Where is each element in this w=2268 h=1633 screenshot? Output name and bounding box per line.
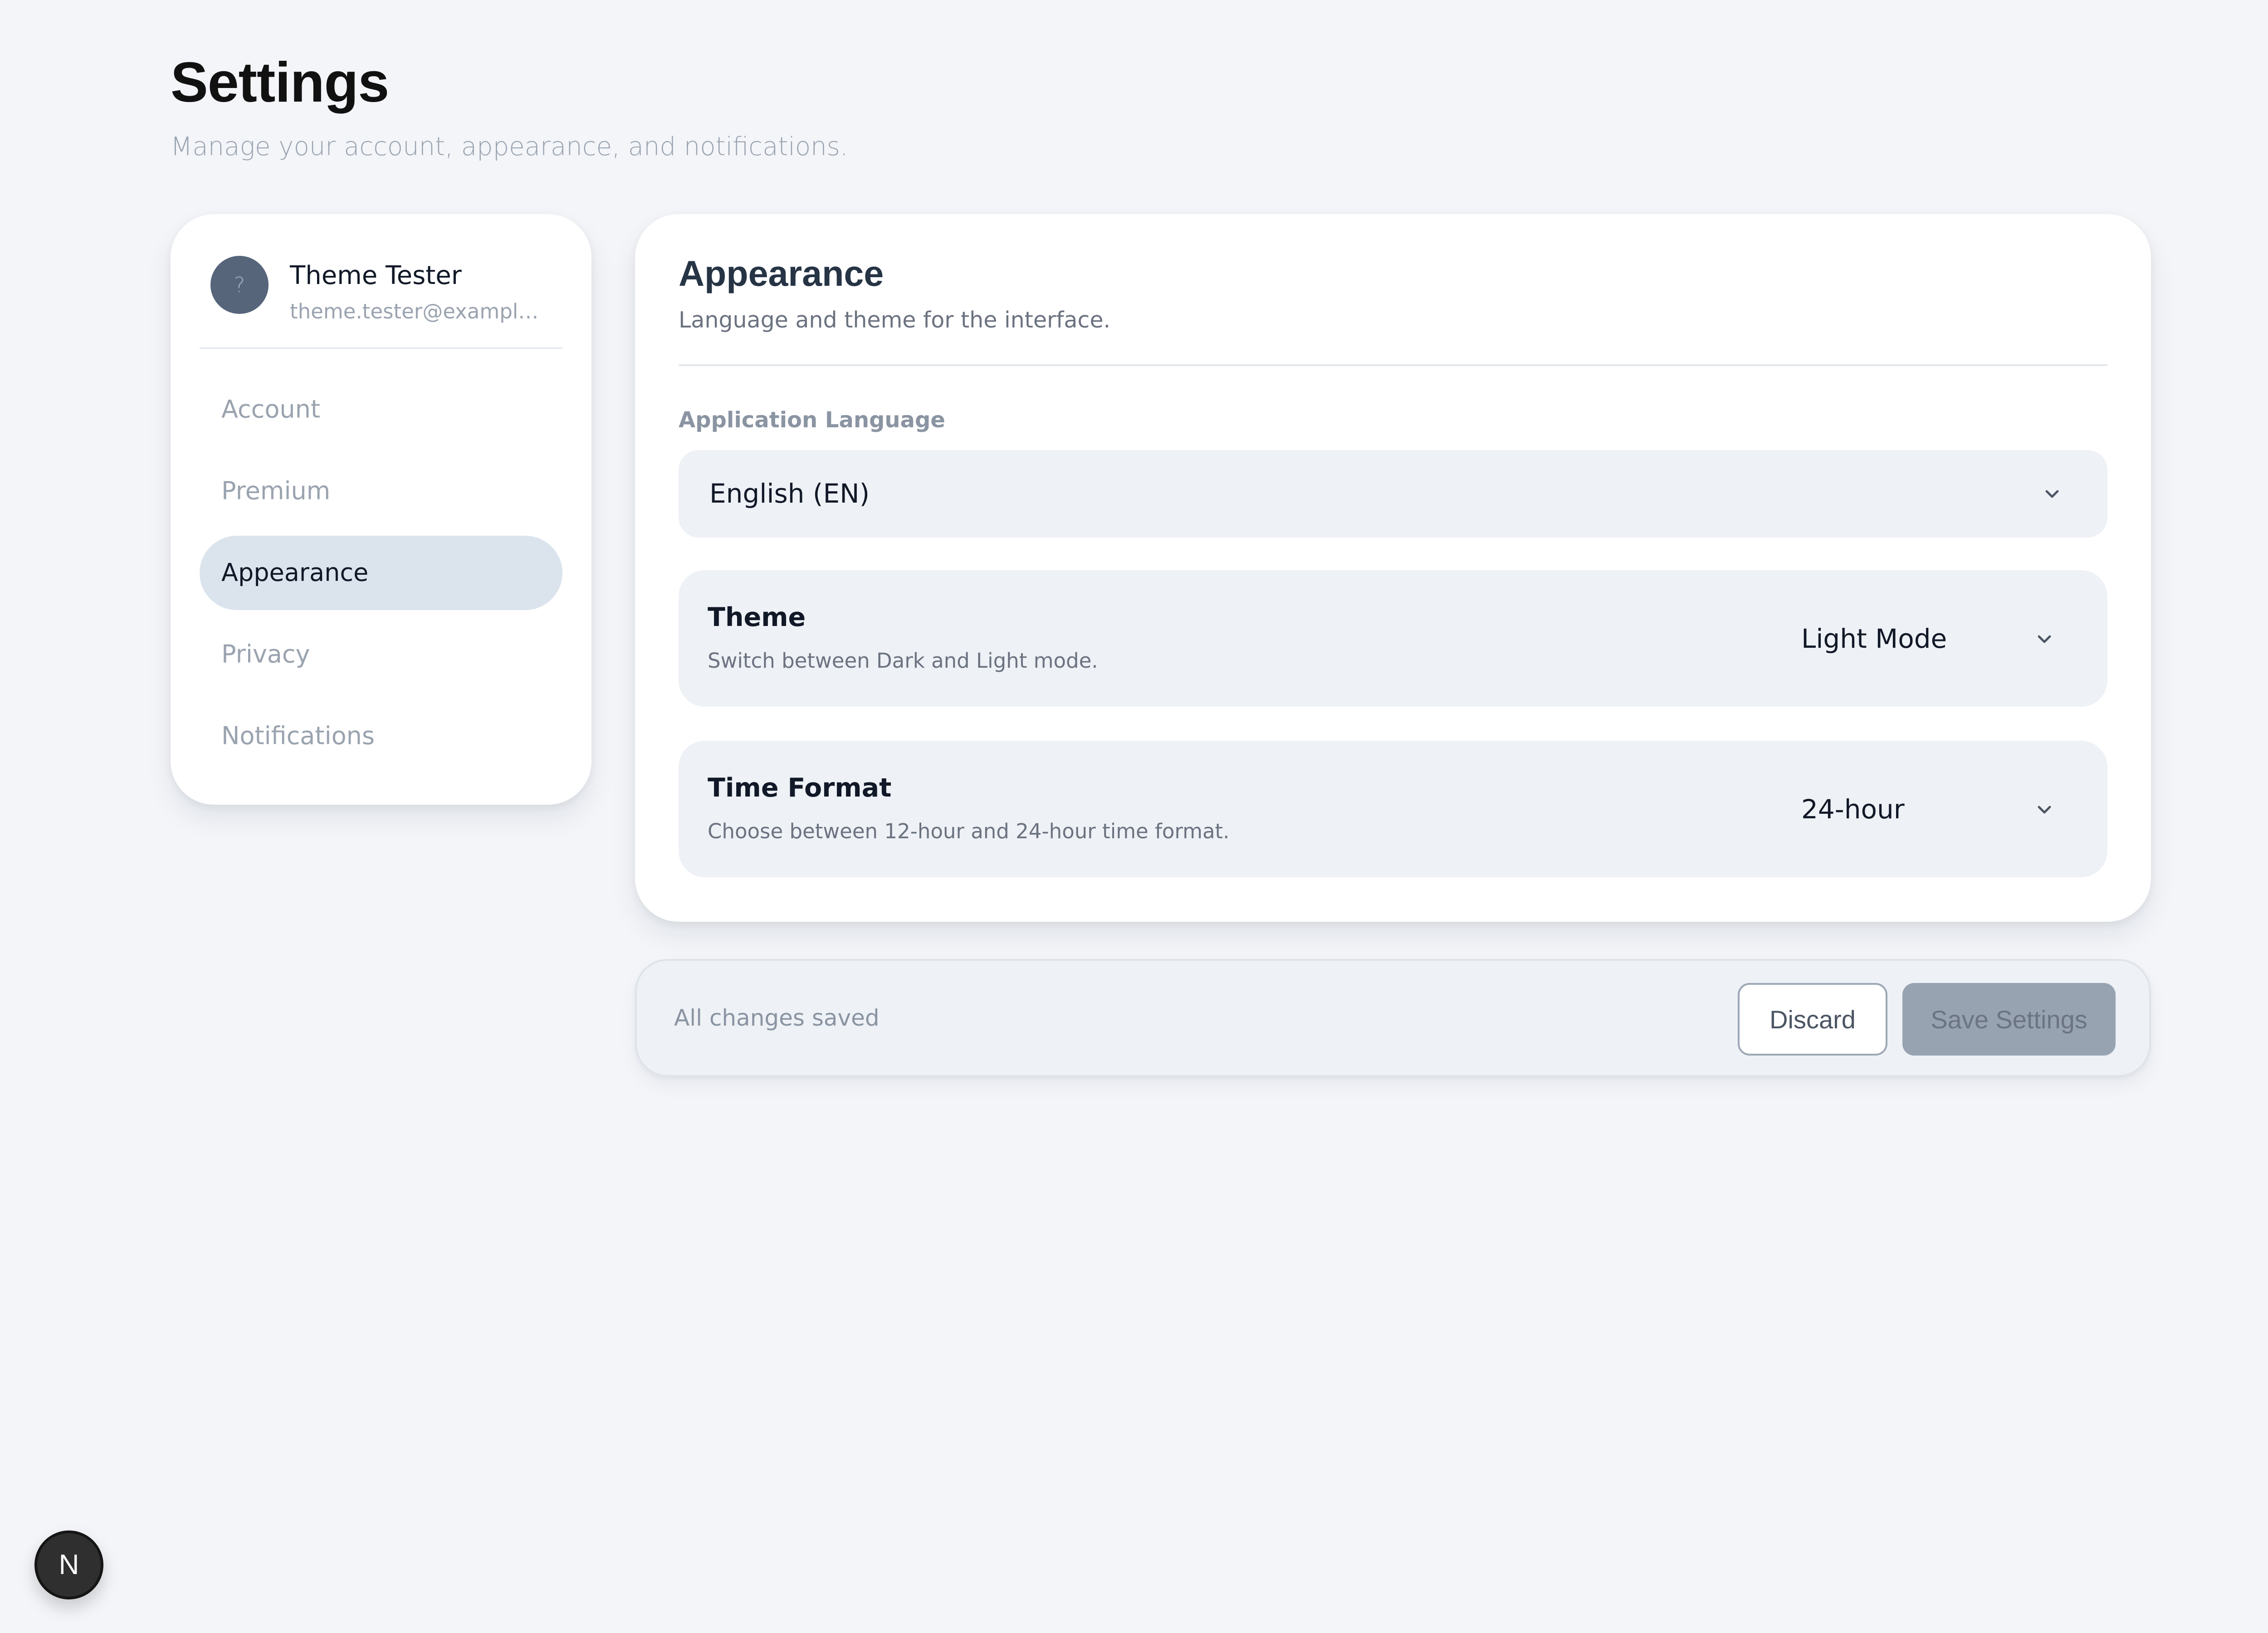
time-format-title: Time Format bbox=[708, 773, 892, 803]
app-launcher-button[interactable]: N bbox=[34, 1530, 103, 1599]
sidebar-item-label: Privacy bbox=[221, 640, 310, 669]
settings-navigation: Account Premium Appearance Privacy Notif… bbox=[200, 372, 562, 773]
save-settings-button[interactable]: Save Settings bbox=[1902, 983, 2116, 1056]
sidebar-item-label: Premium bbox=[221, 476, 331, 505]
user-email: theme.tester@example.c... bbox=[290, 299, 548, 323]
sidebar-item-appearance[interactable]: Appearance bbox=[200, 536, 562, 610]
app-launcher-label: N bbox=[59, 1549, 79, 1580]
discard-button[interactable]: Discard bbox=[1738, 983, 1887, 1056]
settings-page: Settings Manage your account, appearance… bbox=[0, 0, 2268, 1633]
save-status: All changes saved bbox=[674, 1005, 880, 1031]
page-title: Settings bbox=[171, 51, 389, 114]
appearance-settings-card: Appearance Language and theme for the in… bbox=[635, 214, 2151, 922]
settings-sidebar: ? Theme Tester theme.tester@example.c...… bbox=[171, 214, 591, 805]
time-format-description: Choose between 12-hour and 24-hour time … bbox=[708, 819, 1230, 843]
sidebar-item-privacy[interactable]: Privacy bbox=[200, 617, 562, 692]
section-subtitle: Language and theme for the interface. bbox=[679, 307, 1111, 333]
sidebar-item-notifications[interactable]: Notifications bbox=[200, 699, 562, 773]
page-subtitle: Manage your account, appearance, and not… bbox=[171, 132, 848, 161]
sidebar-item-account[interactable]: Account bbox=[200, 372, 562, 447]
save-settings-bar: All changes saved Discard Save Settings bbox=[635, 959, 2151, 1077]
chevron-down-icon bbox=[2033, 628, 2055, 650]
sidebar-item-label: Notifications bbox=[221, 721, 375, 750]
time-format-value: 24-hour bbox=[1801, 794, 1905, 825]
theme-description: Switch between Dark and Light mode. bbox=[708, 649, 1098, 673]
sidebar-item-label: Account bbox=[221, 395, 321, 424]
chevron-down-icon bbox=[2041, 483, 2063, 505]
sidebar-item-premium[interactable]: Premium bbox=[200, 454, 562, 528]
user-name: Theme Tester bbox=[290, 261, 462, 290]
section-divider bbox=[679, 364, 2107, 366]
user-profile: ? Theme Tester theme.tester@example.c... bbox=[210, 256, 548, 339]
chevron-down-icon bbox=[2033, 799, 2055, 821]
sidebar-divider bbox=[200, 347, 562, 349]
sidebar-item-label: Appearance bbox=[221, 558, 369, 587]
theme-title: Theme bbox=[708, 602, 806, 632]
application-language-label: Application Language bbox=[679, 407, 945, 433]
theme-value: Light Mode bbox=[1801, 623, 1947, 655]
time-format-select[interactable]: 24-hour bbox=[1801, 782, 2055, 837]
application-language-value: English (EN) bbox=[709, 478, 870, 509]
theme-select[interactable]: Light Mode bbox=[1801, 612, 2055, 666]
page-header: Settings Manage your account, appearance… bbox=[171, 54, 1168, 162]
theme-setting-row: Theme Switch between Dark and Light mode… bbox=[679, 570, 2107, 707]
question-mark-icon: ? bbox=[234, 273, 245, 297]
section-title: Appearance bbox=[679, 253, 884, 293]
application-language-select[interactable]: English (EN) bbox=[679, 450, 2107, 538]
avatar: ? bbox=[210, 256, 269, 314]
time-format-setting-row: Time Format Choose between 12-hour and 2… bbox=[679, 741, 2107, 877]
